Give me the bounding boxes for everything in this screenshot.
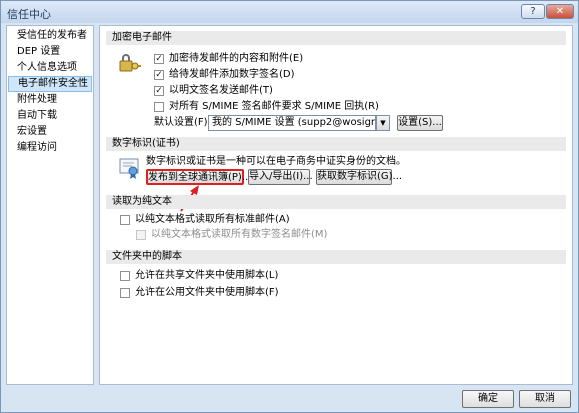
checkbox-row-shared-folder-scripts[interactable]: 允许在共享文件夹中使用脚本(L) [120, 270, 278, 282]
checkbox-row-smime-receipt[interactable]: 对所有 S/MIME 签名邮件要求 S/MIME 回执(R) [154, 101, 379, 113]
add-signature-label: 给待发邮件添加数字签名(D) [169, 69, 295, 80]
checkbox-row-read-signed-plain: 以纯文本格式读取所有数字签名邮件(M) [136, 229, 327, 241]
sidebar-item-privacy-options[interactable]: 个人信息选项 [8, 60, 92, 76]
sidebar-item-dep-settings[interactable]: DEP 设置 [8, 44, 92, 60]
sidebar-item-macro-settings[interactable]: 宏设置 [8, 124, 92, 140]
encrypt-content-label: 加密待发邮件的内容和附件(E) [169, 53, 304, 64]
settings-button[interactable]: 设置(S)... [397, 115, 443, 131]
sidebar-item-auto-download[interactable]: 自动下载 [8, 108, 92, 124]
sidebar-item-programmatic-access[interactable]: 编程访问 [8, 140, 92, 156]
sidebar-item-attachment-handling[interactable]: 附件处理 [8, 92, 92, 108]
checkbox-row-encrypt-content[interactable]: ✓ 加密待发邮件的内容和附件(E) [154, 53, 303, 65]
add-signature-checkbox[interactable]: ✓ [154, 70, 164, 80]
public-folder-scripts-label: 允许在公用文件夹中使用脚本(F) [135, 287, 279, 298]
default-setting-select[interactable]: 我的 S/MIME 设置 (supp2@wosign.com) [208, 115, 376, 131]
read-signed-plain-checkbox [136, 230, 146, 240]
clear-text-signed-label: 以明文签名发送邮件(T) [169, 85, 273, 96]
import-export-button[interactable]: 导入/导出(I)... [248, 169, 313, 185]
encrypt-content-checkbox[interactable]: ✓ [154, 54, 164, 64]
read-all-plain-label: 以纯文本格式读取所有标准邮件(A) [135, 214, 290, 225]
shared-folder-scripts-label: 允许在共享文件夹中使用脚本(L) [135, 270, 279, 281]
cancel-button[interactable]: 取消 [519, 390, 571, 408]
sidebar-item-trusted-publishers[interactable]: 受信任的发布者 [8, 28, 92, 44]
settings-panel: 加密电子邮件 ✓ 加密待发邮件的内容和附件(E) ✓ 给待发邮件添加数字签名(D… [99, 25, 573, 385]
public-folder-scripts-checkbox[interactable] [120, 288, 130, 298]
lock-key-icon [119, 54, 141, 72]
section-header-encrypted-email: 加密电子邮件 [106, 31, 566, 45]
window-title: 信任中心 [7, 8, 51, 21]
section-header-read-plain-text: 读取为纯文本 [106, 195, 566, 209]
sidebar-item-email-security[interactable]: 电子邮件安全性 [8, 76, 92, 92]
get-digital-id-button[interactable]: 获取数字标识(G)... [316, 169, 402, 185]
ok-button[interactable]: 确定 [462, 390, 514, 408]
section-header-digital-id: 数字标识(证书) [106, 137, 566, 151]
publish-to-gal-button[interactable]: 发布到全球通讯簿(P)... [146, 169, 251, 185]
read-all-plain-checkbox[interactable] [120, 215, 130, 225]
clear-text-signed-checkbox[interactable]: ✓ [154, 86, 164, 96]
title-bar: 信任中心 ? ✕ [1, 1, 578, 23]
smime-receipt-label: 对所有 S/MIME 签名邮件要求 S/MIME 回执(R) [169, 101, 379, 112]
checkbox-row-add-signature[interactable]: ✓ 给待发邮件添加数字签名(D) [154, 69, 295, 81]
certificate-icon [119, 158, 139, 179]
smime-receipt-checkbox[interactable] [154, 102, 164, 112]
category-sidebar: 受信任的发布者 DEP 设置 个人信息选项 电子邮件安全性 附件处理 自动下载 … [6, 25, 94, 385]
section-header-folder-scripts: 文件夹中的脚本 [106, 250, 566, 264]
shared-folder-scripts-checkbox[interactable] [120, 271, 130, 281]
checkbox-row-read-all-plain[interactable]: 以纯文本格式读取所有标准邮件(A) [120, 214, 290, 226]
help-button[interactable]: ? [521, 4, 545, 19]
digital-id-description: 数字标识或证书是一种可以在电子商务中证实身份的文档。 [146, 156, 406, 167]
checkbox-row-clear-text-signed[interactable]: ✓ 以明文签名发送邮件(T) [154, 85, 273, 97]
trust-center-dialog: 信任中心 ? ✕ 受信任的发布者 DEP 设置 个人信息选项 电子邮件安全性 附… [0, 0, 579, 413]
default-setting-label: 默认设置(F): [154, 117, 211, 128]
chevron-down-icon[interactable]: ▼ [376, 115, 390, 131]
read-signed-plain-label: 以纯文本格式读取所有数字签名邮件(M) [151, 229, 328, 240]
close-button[interactable]: ✕ [546, 4, 574, 19]
checkbox-row-public-folder-scripts[interactable]: 允许在公用文件夹中使用脚本(F) [120, 287, 279, 299]
